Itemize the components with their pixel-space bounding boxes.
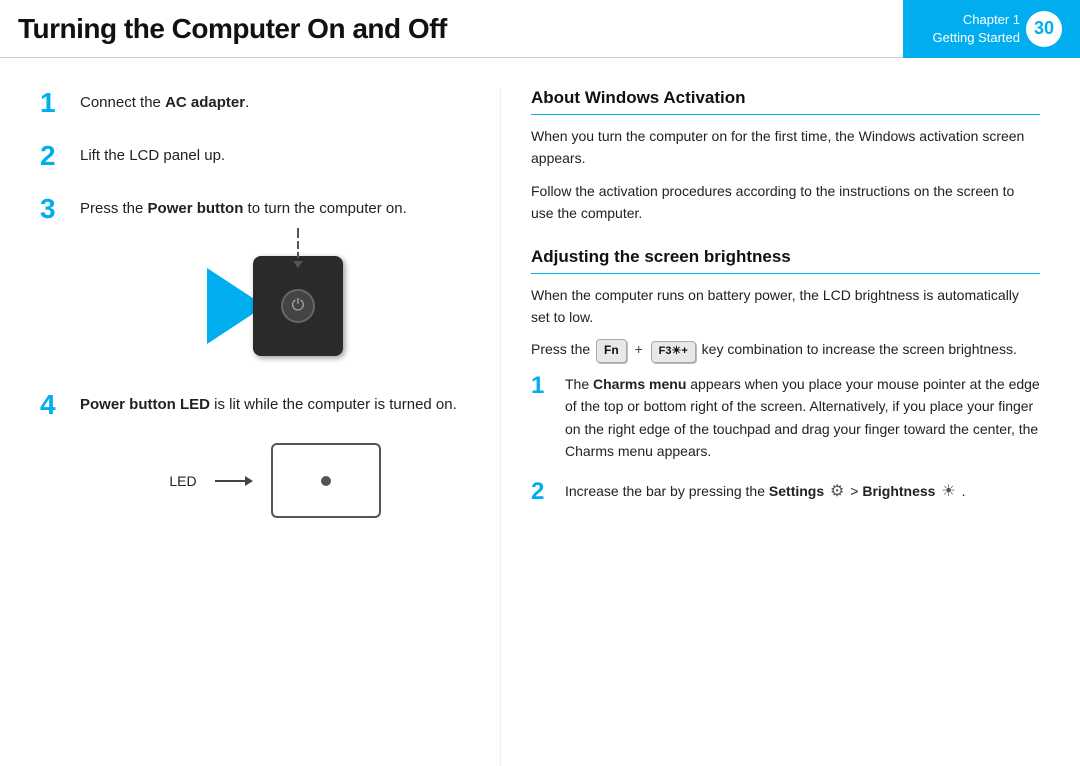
step-1-text: Connect the AC adapter. bbox=[80, 88, 249, 115]
sub-step-2: 2 Increase the bar by pressing the Setti… bbox=[531, 479, 1040, 505]
left-column: 1 Connect the AC adapter. 2 Lift the LCD… bbox=[0, 88, 500, 766]
brightness-icon: ☀ bbox=[941, 479, 955, 505]
key-combo-text: Press the Fn + F3☀+ key combination to i… bbox=[531, 338, 1040, 363]
right-column: About Windows Activation When you turn t… bbox=[500, 88, 1080, 766]
plus-sign: + bbox=[635, 341, 643, 357]
led-arrow-icon bbox=[215, 476, 253, 486]
page-number: 30 bbox=[1026, 11, 1062, 47]
step-2-text: Lift the LCD panel up. bbox=[80, 141, 225, 168]
sub-step-2-text: Increase the bar by pressing the Setting… bbox=[565, 479, 965, 505]
led-illustration: LED bbox=[80, 443, 470, 518]
charms-menu-bold: Charms menu bbox=[593, 376, 686, 392]
screen-brightness-section: Adjusting the screen brightness When the… bbox=[531, 247, 1040, 505]
page-title: Turning the Computer On and Off bbox=[18, 13, 447, 45]
step-4: 4 Power button LED is lit while the comp… bbox=[40, 390, 470, 421]
settings-bold: Settings bbox=[769, 483, 824, 499]
step-2: 2 Lift the LCD panel up. bbox=[40, 141, 470, 172]
led-arrow-line bbox=[215, 480, 245, 482]
windows-activation-heading: About Windows Activation bbox=[531, 88, 1040, 115]
windows-activation-para2: Follow the activation procedures accordi… bbox=[531, 180, 1040, 225]
step-1-number: 1 bbox=[40, 88, 66, 119]
led-label: LED bbox=[169, 473, 196, 489]
power-button-icon bbox=[281, 289, 315, 323]
screen-brightness-heading: Adjusting the screen brightness bbox=[531, 247, 1040, 274]
brightness-bold: Brightness bbox=[862, 483, 935, 499]
led-arrow-head bbox=[245, 476, 253, 486]
step-3-number: 3 bbox=[40, 194, 66, 225]
chapter-sub: Getting Started bbox=[933, 29, 1020, 47]
step-1: 1 Connect the AC adapter. bbox=[40, 88, 470, 119]
power-device-image bbox=[253, 256, 343, 356]
step-3-text: Press the Power button to turn the compu… bbox=[80, 194, 407, 221]
led-dot bbox=[321, 476, 331, 486]
step-2-number: 2 bbox=[40, 141, 66, 172]
power-illustration bbox=[80, 246, 470, 366]
step-1-bold: AC adapter bbox=[165, 94, 245, 111]
chapter-info: Chapter 1 Getting Started bbox=[933, 11, 1020, 46]
windows-activation-section: About Windows Activation When you turn t… bbox=[531, 88, 1040, 225]
main-content: 1 Connect the AC adapter. 2 Lift the LCD… bbox=[0, 58, 1080, 766]
screen-brightness-para1: When the computer runs on battery power,… bbox=[531, 284, 1040, 329]
step-4-text: Power button LED is lit while the comput… bbox=[80, 390, 457, 417]
settings-icon: ⚙ bbox=[830, 479, 844, 505]
down-arrow-icon bbox=[293, 228, 303, 268]
sub-step-1-text: The Charms menu appears when you place y… bbox=[565, 373, 1040, 463]
windows-activation-para1: When you turn the computer on for the fi… bbox=[531, 125, 1040, 170]
step-3-bold: Power button bbox=[148, 200, 244, 217]
step-3: 3 Press the Power button to turn the com… bbox=[40, 194, 470, 225]
fn-key-badge: Fn bbox=[596, 339, 627, 362]
chapter-label: Chapter 1 bbox=[933, 11, 1020, 29]
led-box bbox=[271, 443, 381, 518]
step-4-bold: Power button LED bbox=[80, 396, 210, 413]
sub-step-2-number: 2 bbox=[531, 479, 553, 505]
chapter-badge: Chapter 1 Getting Started 30 bbox=[903, 0, 1080, 58]
page-header: Turning the Computer On and Off Chapter … bbox=[0, 0, 1080, 58]
sub-step-1: 1 The Charms menu appears when you place… bbox=[531, 373, 1040, 463]
f3-key-badge: F3☀+ bbox=[651, 341, 696, 363]
sub-step-1-number: 1 bbox=[531, 373, 553, 399]
step-4-number: 4 bbox=[40, 390, 66, 421]
